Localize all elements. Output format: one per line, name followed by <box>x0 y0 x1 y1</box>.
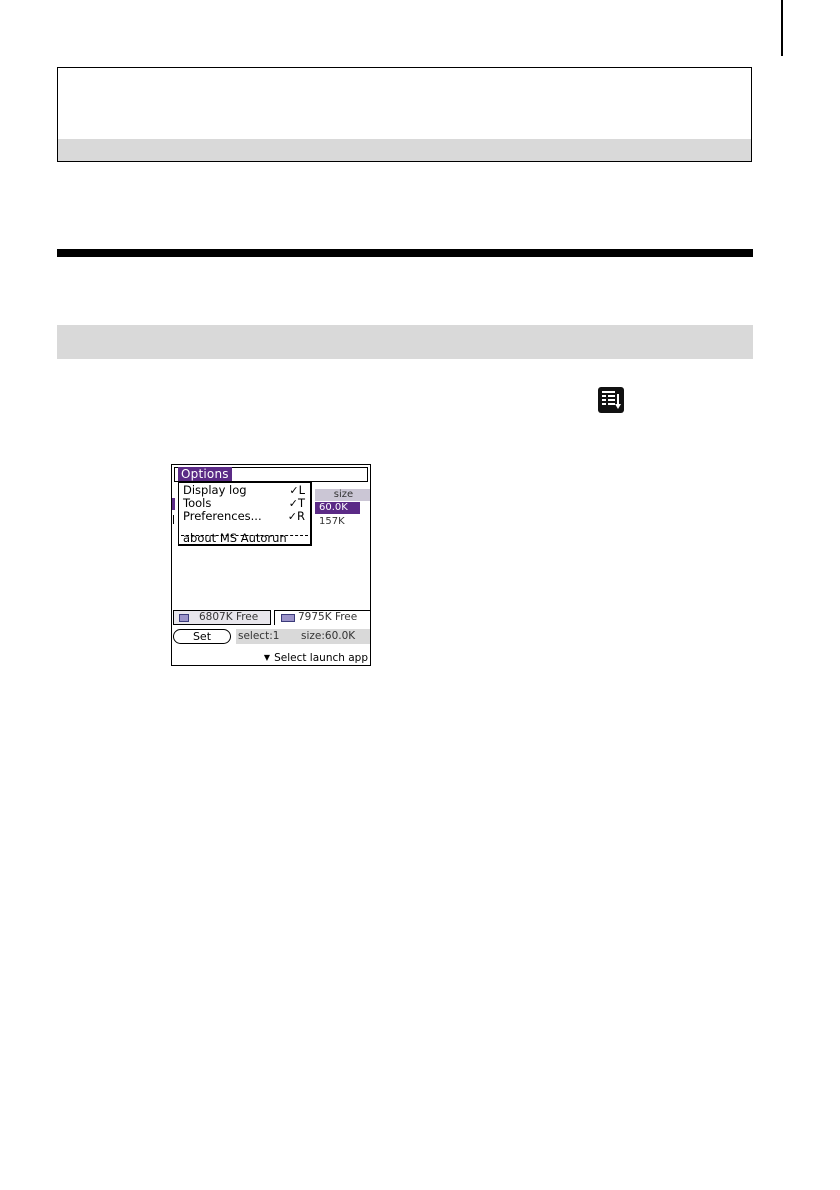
menu-item-about[interactable]: about MS Autorun <box>183 532 287 545</box>
internal-memory-icon <box>281 614 295 622</box>
select-launch-app-dropdown[interactable]: ▼ Select launch app <box>264 651 368 665</box>
status-size: size:60.0K <box>301 630 356 642</box>
header-box <box>57 67 752 162</box>
list-selection-marker <box>172 498 175 510</box>
list-item[interactable]: 157K <box>319 516 345 528</box>
status-field: select:1 size:60.0K <box>236 629 370 644</box>
memory-card-icon <box>179 614 189 622</box>
free-space-right-label: 7975K Free <box>298 611 358 623</box>
free-space-left-label: 6807K Free <box>199 611 259 623</box>
size-column-header[interactable]: size <box>315 489 370 501</box>
menu-item-preferences[interactable]: Preferences... <box>183 510 262 523</box>
menu-icon <box>598 387 624 413</box>
shortcut-stroke-icon: ✓ <box>287 510 297 523</box>
free-space-left-tab[interactable]: 6807K Free <box>173 610 271 625</box>
free-space-right-tab[interactable]: 7975K Free <box>274 610 370 625</box>
menu-title-options[interactable]: Options <box>178 467 232 481</box>
section-band <box>57 325 753 359</box>
set-button[interactable]: Set <box>173 629 231 644</box>
list-edge-marker <box>173 515 174 524</box>
select-launch-app-label: Select launch app <box>274 652 368 664</box>
section-rule <box>57 249 753 257</box>
header-box-band <box>58 139 751 161</box>
menu-shortcut-preferences: ✓R <box>287 509 305 524</box>
options-dropdown-menu: Display log ✓L Tools ✓T Preferences... ✓… <box>178 482 312 546</box>
triangle-down-icon: ▼ <box>263 653 271 662</box>
device-screenshot: Options size 60.0K 157K Display log ✓L T… <box>171 464 371 666</box>
status-select-count: select:1 <box>238 630 280 642</box>
crop-mark <box>781 0 783 56</box>
list-item-selected[interactable]: 60.0K <box>315 502 360 514</box>
